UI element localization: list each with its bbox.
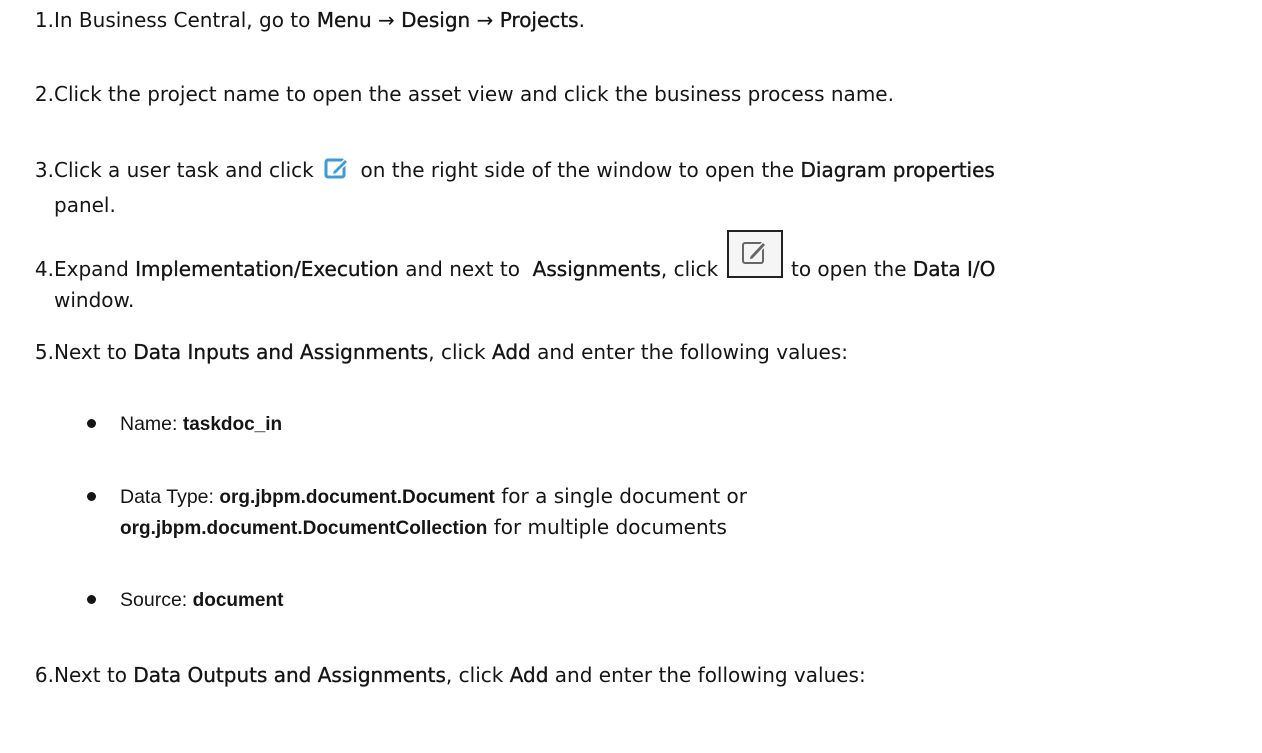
edit-assignments-icon [726, 230, 783, 278]
step-text: panel. [54, 193, 116, 217]
step-text: , click [428, 340, 492, 364]
field-value: org.jbpm.document.DocumentCollection [120, 518, 488, 539]
projects-term: Projects [499, 8, 579, 32]
step-text: and next to [398, 257, 533, 281]
step-number: 4. [34, 257, 54, 281]
menu-term: Menu [316, 8, 372, 32]
step-text: , click [660, 257, 725, 281]
separator: : [181, 589, 193, 611]
step-text: Click the project name to open the asset… [54, 82, 894, 106]
step-text: and enter the following values: [530, 340, 849, 364]
step-number: 1. [34, 8, 54, 32]
arrow-separator: → [371, 8, 402, 32]
step-text: Next to [54, 340, 134, 364]
step-text: for a single document or [494, 484, 747, 508]
arrow-separator: → [470, 8, 500, 32]
field-label: Name [120, 413, 173, 435]
step-text: and enter the following values: [548, 663, 866, 687]
step-text: for multiple documents [487, 515, 727, 539]
step-number: 5. [34, 340, 54, 364]
step-number: 6. [34, 663, 54, 687]
separator: : [172, 413, 183, 435]
field-label: Source [120, 589, 182, 611]
field-value: taskdoc_in [182, 414, 283, 435]
step-number: 3. [34, 158, 54, 182]
data-io-term: Data I/O [912, 257, 996, 281]
add-term: Add [492, 340, 531, 364]
bullet-icon [87, 419, 96, 428]
separator: : [208, 486, 220, 508]
assignments-term: Assignments [532, 257, 661, 281]
bullet-icon [87, 492, 96, 501]
field-value: org.jbpm.document.Document [219, 487, 495, 508]
step-text: Next to [54, 663, 134, 687]
step-number: 2. [34, 82, 54, 106]
step-text: , click [445, 663, 510, 687]
step-text: on the right side of the window to open … [354, 158, 801, 182]
step-text: Click a user task and click [54, 158, 321, 182]
bullet-icon [87, 595, 96, 604]
edit-diagram-properties-icon [324, 155, 350, 190]
data-inputs-term: Data Inputs and Assignments [133, 340, 429, 364]
step-text: In Business Central, go to [54, 8, 317, 32]
step-text: Expand [54, 257, 136, 281]
step-text: . [578, 8, 585, 32]
data-outputs-term: Data Outputs and Assignments [133, 663, 446, 687]
field-value: document [192, 590, 284, 611]
add-term: Add [509, 663, 549, 687]
field-label: Data Type [120, 486, 209, 508]
step-text: window. [54, 288, 135, 312]
implementation-execution-term: Implementation/Execution [135, 257, 399, 281]
diagram-properties-term: Diagram properties [800, 158, 995, 182]
design-term: Design [401, 8, 471, 32]
step-text: to open the [784, 257, 913, 281]
